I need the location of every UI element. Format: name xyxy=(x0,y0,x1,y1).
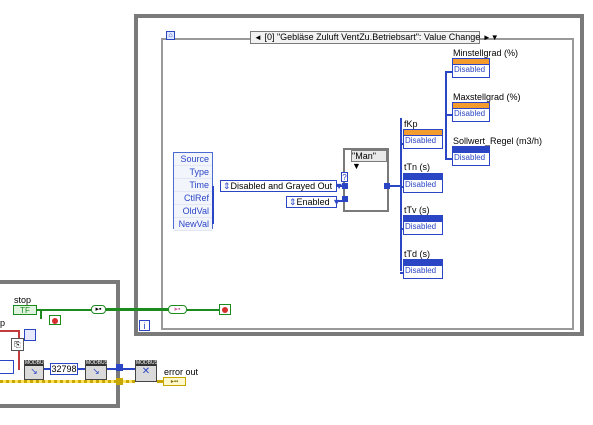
wire-stop-2 xyxy=(106,308,168,311)
label-ttn: tTn (s) xyxy=(404,162,430,172)
modbus-node-1[interactable]: MODBUS ↘ xyxy=(24,360,47,380)
p-label: p xyxy=(0,318,6,328)
property-node-ttv[interactable]: Disabled xyxy=(403,215,443,235)
label-minstellgrad: Minstellgrad (%) xyxy=(453,48,519,58)
property-node-minstellgrad[interactable]: Disabled xyxy=(452,58,490,78)
modbus-close-node[interactable]: MODBUS ✕ xyxy=(135,360,158,382)
stop-led-icon xyxy=(52,318,58,324)
wire-fkp-up xyxy=(445,71,447,144)
property-node-ttd[interactable]: Disabled xyxy=(403,259,443,279)
event-prev-arrow[interactable]: ◄ xyxy=(254,33,262,42)
wire-newval-h xyxy=(212,186,214,224)
case-tunnel-2 xyxy=(342,196,348,202)
event-data-time[interactable]: Time xyxy=(174,179,212,192)
left-cluster-box[interactable] xyxy=(0,360,14,374)
modbus-node-2[interactable]: MODBUS ↘ xyxy=(85,360,108,380)
label-maxstellgrad: Maxstellgrad (%) xyxy=(453,92,521,102)
event-data-node[interactable]: Source Type Time CtlRef OldVal NewVal xyxy=(173,152,213,231)
event-next-arrow[interactable]: ►▼ xyxy=(483,33,499,42)
modbus-close-icon: ✕ xyxy=(141,366,151,377)
tunnel-out-2 xyxy=(116,378,123,385)
case-selector[interactable]: "Man" ▼ xyxy=(351,150,387,171)
stop-bool-indicator-1[interactable] xyxy=(49,315,61,325)
event-data-newval[interactable]: NewVal xyxy=(174,218,212,231)
enum-arrows-icon: ⇕ xyxy=(289,197,297,207)
property-name: Disabled xyxy=(405,180,437,189)
event-data-oldval[interactable]: OldVal xyxy=(174,205,212,218)
iteration-terminal[interactable]: i xyxy=(139,320,150,331)
event-selector-label: [0] "Gebläse Zuluft VentZu.Betriebsart":… xyxy=(264,32,481,42)
event-data-type[interactable]: Type xyxy=(174,166,212,179)
wire-stop-1 xyxy=(37,309,92,311)
wire-fkp-branch xyxy=(445,143,447,159)
property-name: Disabled xyxy=(454,109,486,118)
case-dropdown-icon[interactable]: ▼ xyxy=(352,161,361,171)
case-selector-terminal[interactable]: ? xyxy=(341,172,348,182)
subvi-icon[interactable]: ⎘ xyxy=(11,338,24,351)
enabled-enum[interactable]: ⇕Enabled ▼ xyxy=(286,196,341,208)
property-node-ttn[interactable]: Disabled xyxy=(403,173,443,193)
grid-icon[interactable] xyxy=(24,329,36,341)
property-name: Disabled xyxy=(454,153,486,162)
property-node-fkp[interactable]: Disabled xyxy=(403,129,443,149)
label-ttd: tTd (s) xyxy=(404,249,430,259)
modbus-write-icon: ↘ xyxy=(92,366,100,376)
disabled-grayed-enum-label: Disabled and Grayed Out xyxy=(230,181,333,191)
enum-dropdown-icon[interactable]: ▼ xyxy=(332,197,341,207)
wire-modbus-ref-3 xyxy=(78,368,85,370)
tunnel-out-1 xyxy=(116,364,123,371)
case-out-tunnel xyxy=(384,183,390,189)
event-data-ctlref[interactable]: CtlRef xyxy=(174,192,212,205)
case-tunnel-1 xyxy=(342,183,348,189)
label-fkp: fKp xyxy=(404,119,418,129)
wire-stop-3 xyxy=(187,309,219,311)
wire-stop-down xyxy=(40,309,42,319)
wire-modbus-ref-2 xyxy=(44,368,50,370)
event-selector[interactable]: ◄ [0] "Gebläse Zuluft VentZu.Betriebsart… xyxy=(250,31,499,44)
stop-button-icon xyxy=(222,307,228,313)
error-out-label: error out xyxy=(164,367,199,377)
label-sollwert: Sollwert_Regel (m3/h) xyxy=(453,136,543,146)
property-node-sollwert[interactable]: Disabled xyxy=(452,146,490,166)
not-function-2[interactable]: ▸▪ xyxy=(168,305,187,314)
disabled-grayed-enum[interactable]: ⇕Disabled and Grayed Out ▼ xyxy=(220,180,344,192)
property-name: Disabled xyxy=(405,222,437,231)
stop-label: stop xyxy=(14,295,32,305)
wire-red xyxy=(0,330,20,332)
wire-error-cluster xyxy=(0,380,135,383)
property-name: Disabled xyxy=(405,136,437,145)
stop-button-terminal[interactable] xyxy=(219,304,231,315)
event-index-icon[interactable]: ⌂ xyxy=(166,31,175,40)
modbus-write-icon: ↘ xyxy=(30,366,38,376)
case-structure[interactable]: "Man" ▼ xyxy=(343,148,389,212)
enabled-enum-label: Enabled xyxy=(296,197,330,207)
label-ttv: tTv (s) xyxy=(404,205,430,215)
wire-trunk-vertical xyxy=(400,118,402,271)
property-node-maxstellgrad[interactable]: Disabled xyxy=(452,102,490,122)
case-selector-label: "Man" xyxy=(352,151,376,161)
error-out-indicator[interactable]: ▸▪▪ xyxy=(163,377,186,386)
property-name: Disabled xyxy=(454,65,486,74)
enum-arrows-icon: ⇕ xyxy=(223,181,231,191)
constant-32798[interactable]: 32798 xyxy=(50,363,78,375)
property-name: Disabled xyxy=(405,266,437,275)
event-data-source[interactable]: Source xyxy=(174,153,212,166)
stop-terminal[interactable]: TF xyxy=(13,305,37,315)
not-function-1[interactable]: ▸▪ xyxy=(91,305,106,314)
